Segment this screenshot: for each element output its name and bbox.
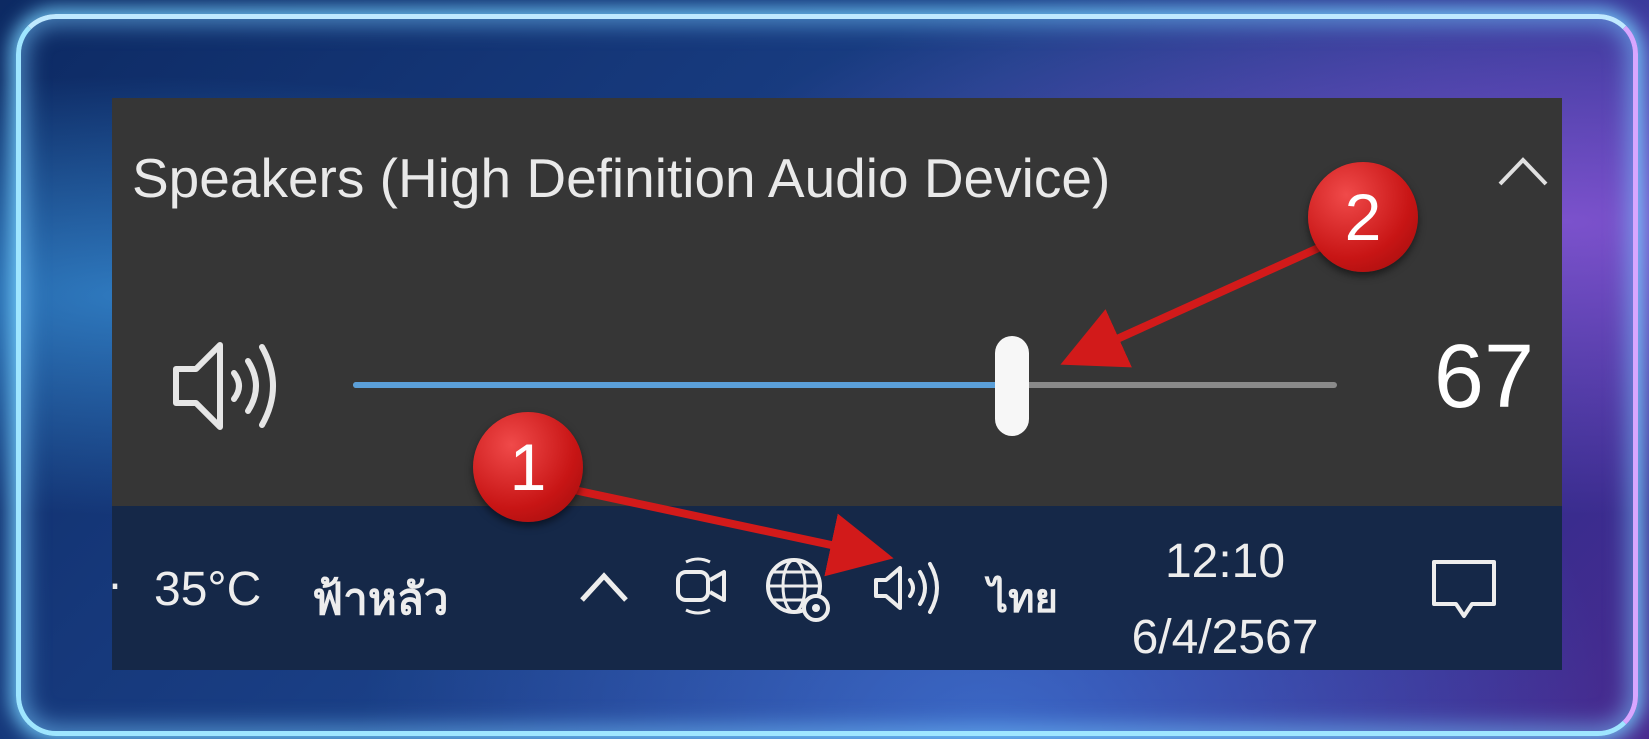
collapse-chevron-icon[interactable] [1494,150,1552,190]
volume-slider[interactable] [353,336,1337,436]
annotation-badge-1: 1 [473,412,583,522]
weather-temperature[interactable]: 35°C [154,562,261,617]
volume-track-fill [353,382,1013,388]
audio-device-name[interactable]: Speakers (High Definition Audio Device) [132,146,1110,210]
globe-network-icon[interactable] [762,554,834,624]
volume-flyout: Speakers (High Definition Audio Device) … [112,98,1562,506]
action-center-icon[interactable] [1424,554,1504,624]
annotation-badge-2: 2 [1308,162,1418,272]
speaker-icon[interactable] [870,558,950,618]
show-hidden-icons-chevron-icon[interactable] [574,564,634,608]
taskbar: ‧ 35°C ฟ้าหลัว ไทย 12:10 6/4/2567 [108,506,1562,670]
input-language-indicator[interactable]: ไทย [988,566,1058,630]
mute-toggle-speaker-icon[interactable] [168,331,288,441]
clock-date-text: 6/4/2567 [1131,611,1319,664]
clock-date[interactable]: 12:10 6/4/2567 [1110,524,1340,676]
clock-time: 12:10 [1164,535,1286,588]
volume-value: 67 [1433,327,1534,427]
meet-now-icon[interactable] [672,554,730,618]
volume-slider-thumb[interactable] [995,336,1030,436]
weather-icon-partial: ‧ [108,562,122,613]
weather-description[interactable]: ฟ้าหลัว [312,564,449,634]
